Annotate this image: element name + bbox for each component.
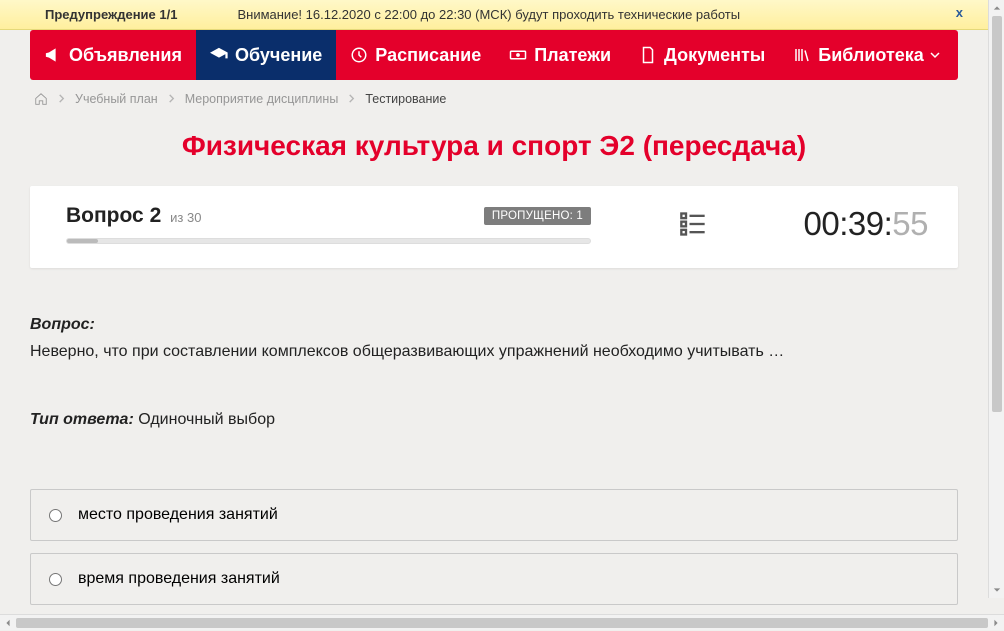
scroll-down-arrow[interactable]: [989, 582, 1004, 598]
horizontal-scrollbar[interactable]: [0, 614, 1004, 630]
question-text: Неверно, что при составлении комплексов …: [30, 340, 958, 363]
alert-close-button[interactable]: x: [956, 5, 963, 20]
nav-label: Библиотека: [818, 45, 924, 66]
answer-option[interactable]: место проведения занятий: [30, 489, 958, 541]
scroll-right-arrow[interactable]: [988, 615, 1004, 631]
chevron-right-icon: [167, 92, 176, 106]
nav-label: Платежи: [534, 45, 611, 66]
breadcrumb-link-event[interactable]: Мероприятие дисциплины: [185, 92, 339, 106]
page-title: Физическая культура и спорт Э2 (пересдач…: [0, 112, 988, 186]
question-counter: Вопрос 2 из 30: [66, 204, 201, 228]
nav-item-schedule[interactable]: Расписание: [336, 30, 495, 80]
answer-text: место проведения занятий: [78, 506, 278, 524]
answer-list: место проведения занятий время проведени…: [30, 489, 958, 605]
nav-label: Обучение: [235, 45, 322, 66]
answer-radio[interactable]: [49, 573, 62, 586]
question-list-button[interactable]: [679, 210, 707, 238]
document-icon: [639, 46, 657, 64]
breadcrumb-link-plan[interactable]: Учебный план: [75, 92, 158, 106]
nav-item-payments[interactable]: Платежи: [495, 30, 625, 80]
vertical-scrollbar[interactable]: [988, 0, 1004, 598]
chevron-right-icon: [57, 92, 66, 106]
progress-bar: [66, 238, 591, 244]
skipped-badge: ПРОПУЩЕНО: 1: [484, 207, 591, 225]
nav-item-announcements[interactable]: Объявления: [30, 30, 196, 80]
clock-icon: [350, 46, 368, 64]
graduation-icon: [210, 46, 228, 64]
nav-item-library[interactable]: Библиотека: [779, 30, 954, 80]
scroll-track[interactable]: [990, 16, 1004, 582]
nav-label: Расписание: [375, 45, 481, 66]
answer-text: время проведения занятий: [78, 570, 280, 588]
alert-message: Внимание! 16.12.2020 с 22:00 до 22:30 (М…: [237, 7, 740, 22]
question-label: Вопрос:: [30, 316, 958, 334]
home-icon[interactable]: [34, 92, 48, 106]
answer-radio[interactable]: [49, 509, 62, 522]
alert-bar: Предупреждение 1/1 Внимание! 16.12.2020 …: [0, 0, 988, 30]
nav-item-documents[interactable]: Документы: [625, 30, 779, 80]
answer-type-value: Одиночный выбор: [138, 411, 275, 428]
scroll-thumb[interactable]: [16, 618, 988, 628]
nav-label: Документы: [664, 45, 765, 66]
scroll-thumb[interactable]: [992, 16, 1002, 412]
answer-type-label: Тип ответа:: [30, 411, 134, 428]
scroll-left-arrow[interactable]: [0, 615, 16, 631]
scroll-up-arrow[interactable]: [989, 0, 1004, 16]
progress-fill: [67, 239, 98, 243]
bookshelf-icon: [793, 46, 811, 64]
breadcrumb: Учебный план Мероприятие дисциплины Тест…: [0, 80, 988, 112]
breadcrumb-current: Тестирование: [365, 92, 446, 106]
alert-title: Предупреждение 1/1: [45, 7, 177, 22]
answer-option[interactable]: время проведения занятий: [30, 553, 958, 605]
main-nav: Объявления Обучение Расписание Платежи Д…: [30, 30, 958, 80]
status-card: Вопрос 2 из 30 ПРОПУЩЕНО: 1 00:39:55: [30, 186, 958, 268]
megaphone-icon: [44, 46, 62, 64]
timer: 00:39:55: [804, 205, 928, 243]
chevron-down-icon: [930, 50, 940, 60]
chevron-right-icon: [347, 92, 356, 106]
banknote-icon: [509, 46, 527, 64]
nav-item-learning[interactable]: Обучение: [196, 30, 336, 80]
scroll-track[interactable]: [16, 616, 988, 630]
nav-label: Объявления: [69, 45, 182, 66]
